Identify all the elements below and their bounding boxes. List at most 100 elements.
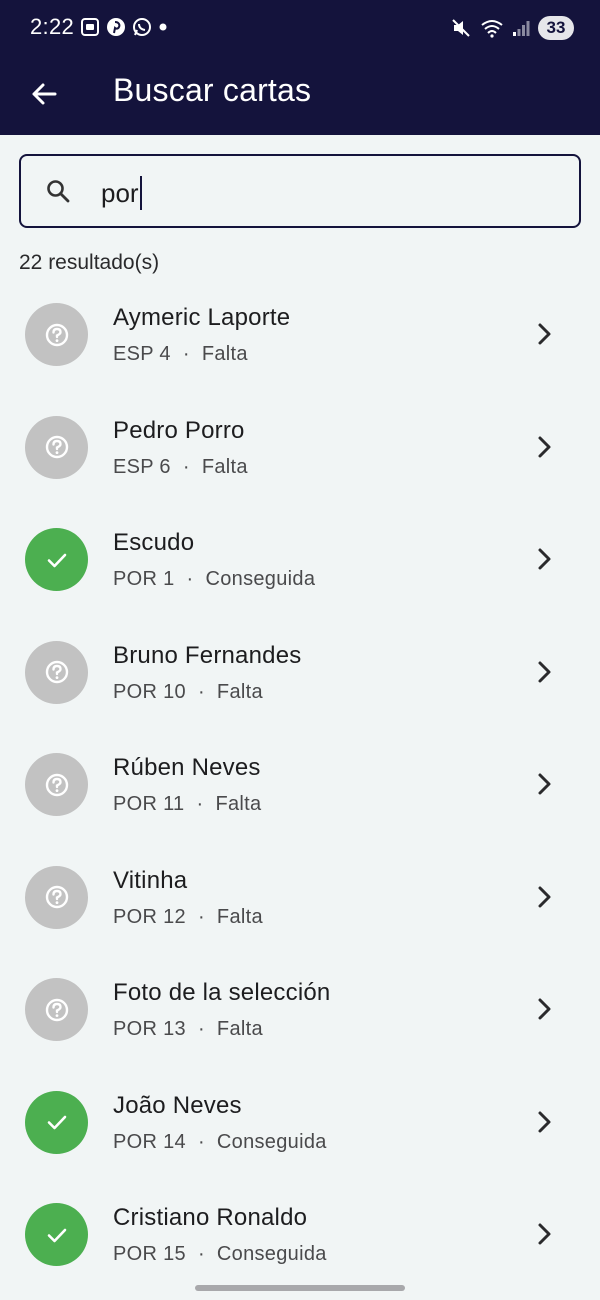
wifi-icon bbox=[481, 20, 503, 38]
card-meta: POR 14 · Conseguida bbox=[113, 1131, 327, 1154]
list-item[interactable]: Bruno Fernandes POR 10 · Falta bbox=[0, 616, 600, 729]
search-icon bbox=[47, 180, 70, 203]
status-avatar bbox=[25, 528, 88, 591]
status-avatar bbox=[25, 978, 88, 1041]
card-status: Falta bbox=[216, 1018, 263, 1040]
separator-dot: · bbox=[182, 455, 190, 478]
question-icon bbox=[45, 885, 68, 909]
status-avatar bbox=[25, 303, 88, 366]
card-meta: ESP 6 · Falta bbox=[113, 456, 248, 479]
battery-indicator: 33 bbox=[538, 16, 574, 40]
separator-dot: · bbox=[197, 1130, 205, 1153]
status-bar: 2:22 33 bbox=[0, 0, 600, 58]
chevron-right-icon bbox=[538, 998, 551, 1020]
mute-icon bbox=[452, 19, 470, 37]
system-icons: 33 bbox=[450, 16, 574, 40]
separator-dot: · bbox=[186, 568, 194, 590]
card-status: Falta bbox=[216, 905, 263, 928]
card-code: ESP 6 bbox=[113, 455, 171, 478]
question-icon bbox=[45, 435, 68, 459]
check-icon bbox=[47, 1115, 66, 1130]
search-field[interactable]: por bbox=[19, 154, 581, 228]
status-time: 2:22 bbox=[30, 14, 75, 39]
chevron-right-icon bbox=[538, 436, 551, 457]
separator-dot: · bbox=[182, 343, 190, 365]
results-count: 22 resultado(s) bbox=[19, 251, 160, 274]
separator-dot: · bbox=[197, 680, 205, 703]
notification-icons bbox=[80, 17, 168, 37]
list-item[interactable]: Foto de la selección POR 13 · Falta bbox=[0, 953, 600, 1066]
page-title: Buscar cartas bbox=[113, 72, 312, 108]
arrow-left-icon bbox=[32, 83, 57, 105]
home-indicator bbox=[195, 1285, 405, 1291]
card-status: Conseguida bbox=[216, 1130, 327, 1153]
card-name: Pedro Porro bbox=[113, 416, 245, 444]
check-icon bbox=[47, 1228, 66, 1242]
card-code: POR 15 bbox=[113, 1243, 186, 1265]
question-icon bbox=[45, 998, 68, 1021]
list-item[interactable]: Cristiano Ronaldo POR 15 · Conseguida bbox=[0, 1178, 600, 1291]
card-name: Cristiano Ronaldo bbox=[113, 1204, 308, 1231]
card-name: Escudo bbox=[113, 529, 195, 556]
card-status: Falta bbox=[201, 455, 248, 478]
check-icon bbox=[47, 553, 66, 567]
card-code: POR 1 bbox=[113, 568, 175, 590]
card-meta: POR 1 · Conseguida bbox=[113, 568, 315, 591]
card-status: Falta bbox=[215, 793, 262, 815]
back-button[interactable] bbox=[26, 76, 62, 112]
card-code: POR 10 bbox=[113, 680, 186, 703]
status-avatar bbox=[25, 415, 88, 479]
card-name: Aymeric Laporte bbox=[113, 304, 291, 331]
card-meta: ESP 4 · Falta bbox=[113, 343, 248, 366]
question-icon bbox=[45, 323, 68, 346]
search-input[interactable]: por bbox=[101, 176, 142, 210]
card-code: POR 14 bbox=[113, 1130, 186, 1153]
card-name: João Neves bbox=[113, 1091, 242, 1119]
status-avatar bbox=[25, 640, 88, 704]
question-icon bbox=[45, 773, 68, 796]
chevron-right-icon bbox=[538, 548, 551, 570]
status-avatar bbox=[25, 1090, 88, 1154]
dot-icon bbox=[159, 23, 167, 31]
question-icon bbox=[45, 660, 68, 684]
card-meta: POR 12 · Falta bbox=[113, 906, 263, 929]
card-status: Falta bbox=[201, 343, 248, 365]
card-meta: POR 10 · Falta bbox=[113, 681, 263, 704]
card-code: POR 12 bbox=[113, 905, 186, 928]
card-status: Conseguida bbox=[205, 568, 316, 590]
separator-dot: · bbox=[197, 1018, 205, 1040]
app-bar: Buscar cartas bbox=[0, 58, 600, 135]
list-item[interactable]: Rúben Neves POR 11 · Falta bbox=[0, 728, 600, 841]
status-avatar bbox=[25, 865, 88, 929]
list-item[interactable]: Aymeric Laporte ESP 4 · Falta bbox=[0, 278, 600, 391]
separator-dot: · bbox=[196, 793, 204, 815]
card-name: Rúben Neves bbox=[113, 754, 261, 781]
card-meta: POR 11 · Falta bbox=[113, 793, 261, 816]
chevron-right-icon bbox=[538, 773, 551, 795]
list-item[interactable]: João Neves POR 14 · Conseguida bbox=[0, 1066, 600, 1179]
status-avatar bbox=[25, 1203, 88, 1266]
list-item[interactable]: Vitinha POR 12 · Falta bbox=[0, 841, 600, 954]
text-cursor bbox=[139, 176, 142, 210]
whatsapp-icon bbox=[133, 18, 151, 36]
card-name: Vitinha bbox=[113, 866, 188, 894]
pinterest-icon bbox=[107, 18, 125, 36]
chevron-right-icon bbox=[538, 886, 551, 907]
list-item[interactable]: Escudo POR 1 · Conseguida bbox=[0, 503, 600, 616]
search-value: por bbox=[101, 177, 139, 208]
card-meta: POR 13 · Falta bbox=[113, 1018, 263, 1041]
card-code: POR 11 bbox=[113, 793, 185, 815]
status-avatar bbox=[25, 753, 88, 816]
card-code: POR 13 bbox=[113, 1018, 186, 1040]
separator-dot: · bbox=[197, 1243, 205, 1265]
card-name: Foto de la selección bbox=[113, 979, 331, 1006]
signal-icon bbox=[513, 21, 530, 36]
chevron-right-icon bbox=[538, 1223, 551, 1245]
screenshot-icon bbox=[81, 18, 99, 36]
chevron-right-icon bbox=[538, 1111, 551, 1132]
card-status: Falta bbox=[216, 680, 263, 703]
card-meta: POR 15 · Conseguida bbox=[113, 1243, 327, 1266]
chevron-right-icon bbox=[538, 661, 551, 682]
list-item[interactable]: Pedro Porro ESP 6 · Falta bbox=[0, 391, 600, 504]
separator-dot: · bbox=[197, 905, 205, 928]
